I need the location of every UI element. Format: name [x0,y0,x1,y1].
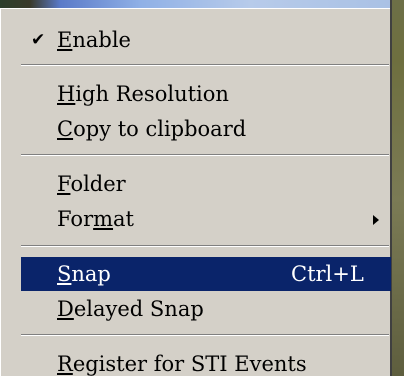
menu-item-high-resolution-label: High Resolution [57,82,229,106]
menu-separator [21,245,389,247]
underlying-window-edge [390,0,404,376]
menu-item-copy-to-clipboard[interactable]: Copy to clipboard [21,112,391,146]
menu-item-format[interactable]: Format [21,202,391,236]
menu-item-folder-label: Folder [57,172,126,196]
menu-item-delayed-snap[interactable]: Delayed Snap [21,292,391,326]
menu-item-delayed-snap-label: Delayed Snap [57,297,204,321]
check-icon: ✔ [31,30,46,50]
menu-item-copy-to-clipboard-label: Copy to clipboard [57,117,247,141]
menu-separator [21,64,389,66]
menu-item-enable[interactable]: ✔ Enable [21,23,391,57]
menu-item-snap[interactable]: Snap Ctrl+L [21,257,391,291]
menu-item-folder[interactable]: Folder [21,167,391,201]
menu-item-high-resolution[interactable]: High Resolution [21,77,391,111]
menu-item-register-sti-events[interactable]: Register for STI Events [21,347,391,376]
menu-item-snap-label: Snap [57,262,111,286]
menu-item-format-label: Format [57,207,134,231]
submenu-arrow-icon [373,215,379,225]
menu-separator [21,334,389,336]
screen: ✔ Enable High Resolution Copy to clipboa… [0,0,404,376]
menu-item-snap-shortcut: Ctrl+L [291,262,364,286]
desktop-background [0,0,404,8]
menu-item-enable-label: Enable [57,28,131,52]
menu-separator [21,154,389,156]
context-menu: ✔ Enable High Resolution Copy to clipboa… [0,8,391,376]
menu-item-register-sti-events-label: Register for STI Events [57,352,307,376]
